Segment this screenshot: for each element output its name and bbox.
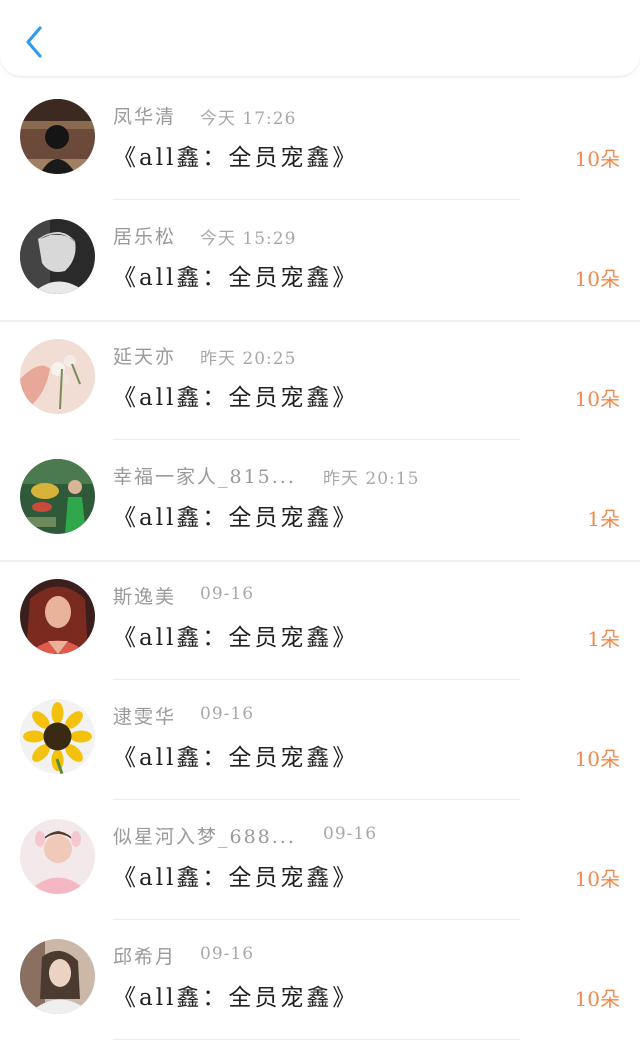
gift-count: 1朵	[587, 627, 620, 651]
send-time: 昨天 20:15	[323, 469, 420, 489]
avatar-image	[20, 339, 95, 414]
avatar[interactable]	[20, 99, 95, 174]
book-title: 《all鑫：全员宠鑫》	[113, 505, 359, 531]
list-item[interactable]: 居乐松 今天 15:29 《all鑫：全员宠鑫》 10朵	[0, 200, 640, 320]
gift-record-list: 凤华清 今天 17:26 《all鑫：全员宠鑫》 10朵 居乐松 今天 15:2…	[0, 80, 640, 1040]
avatar-image	[20, 699, 95, 774]
back-button[interactable]	[18, 22, 50, 62]
avatar[interactable]	[20, 219, 95, 294]
gift-count: 10朵	[574, 747, 620, 771]
sender-name: 居乐松	[113, 226, 177, 248]
divider	[113, 1039, 520, 1040]
book-title: 《all鑫：全员宠鑫》	[113, 985, 359, 1011]
sender-name: 邱希月	[113, 946, 177, 968]
book-title: 《all鑫：全员宠鑫》	[113, 865, 359, 891]
avatar[interactable]	[20, 339, 95, 414]
sender-name: 凤华清	[113, 106, 177, 128]
avatar-image	[20, 579, 95, 654]
list-item[interactable]: 斯逸美 09-16 《all鑫：全员宠鑫》 1朵	[0, 560, 640, 680]
gift-count: 10朵	[574, 387, 620, 411]
avatar-image	[20, 939, 95, 1014]
send-time: 昨天 20:25	[200, 349, 297, 369]
avatar-image	[20, 819, 95, 894]
gift-count: 10朵	[574, 867, 620, 891]
avatar-image	[20, 219, 95, 294]
gift-count: 10朵	[574, 987, 620, 1011]
list-item[interactable]: 幸福一家人_815... 昨天 20:15 《all鑫：全员宠鑫》 1朵	[0, 440, 640, 560]
send-time: 今天 15:29	[200, 229, 297, 249]
top-navigation-bar	[0, 0, 640, 76]
send-time: 09-16	[200, 704, 255, 724]
avatar[interactable]	[20, 819, 95, 894]
avatar[interactable]	[20, 579, 95, 654]
book-title: 《all鑫：全员宠鑫》	[113, 385, 359, 411]
gift-count: 10朵	[574, 267, 620, 291]
avatar[interactable]	[20, 699, 95, 774]
sender-name: 延天亦	[113, 346, 177, 368]
sender-name: 逮雯华	[113, 706, 177, 728]
send-time: 09-16	[200, 584, 255, 604]
send-time: 09-16	[200, 944, 255, 964]
list-item[interactable]: 逮雯华 09-16 《all鑫：全员宠鑫》 10朵	[0, 680, 640, 800]
send-time: 今天 17:26	[200, 109, 297, 129]
book-title: 《all鑫：全员宠鑫》	[113, 745, 359, 771]
book-title: 《all鑫：全员宠鑫》	[113, 625, 359, 651]
avatar[interactable]	[20, 939, 95, 1014]
list-item[interactable]: 邱希月 09-16 《all鑫：全员宠鑫》 10朵	[0, 920, 640, 1040]
gift-count: 1朵	[587, 507, 620, 531]
sender-name: 幸福一家人_815...	[113, 466, 296, 488]
book-title: 《all鑫：全员宠鑫》	[113, 145, 359, 171]
gift-count: 10朵	[574, 147, 620, 171]
sender-name: 斯逸美	[113, 586, 177, 608]
book-title: 《all鑫：全员宠鑫》	[113, 265, 359, 291]
list-item[interactable]: 凤华清 今天 17:26 《all鑫：全员宠鑫》 10朵	[0, 80, 640, 200]
sender-name: 似星河入梦_688...	[113, 826, 296, 848]
avatar-image	[20, 99, 95, 174]
list-item[interactable]: 延天亦 昨天 20:25 《all鑫：全员宠鑫》 10朵	[0, 320, 640, 440]
chevron-left-icon	[26, 26, 42, 58]
list-item[interactable]: 似星河入梦_688... 09-16 《all鑫：全员宠鑫》 10朵	[0, 800, 640, 920]
gift-list-page: 凤华清 今天 17:26 《all鑫：全员宠鑫》 10朵 居乐松 今天 15:2…	[0, 0, 640, 1044]
avatar-image	[20, 459, 95, 534]
send-time: 09-16	[323, 824, 378, 844]
avatar[interactable]	[20, 459, 95, 534]
